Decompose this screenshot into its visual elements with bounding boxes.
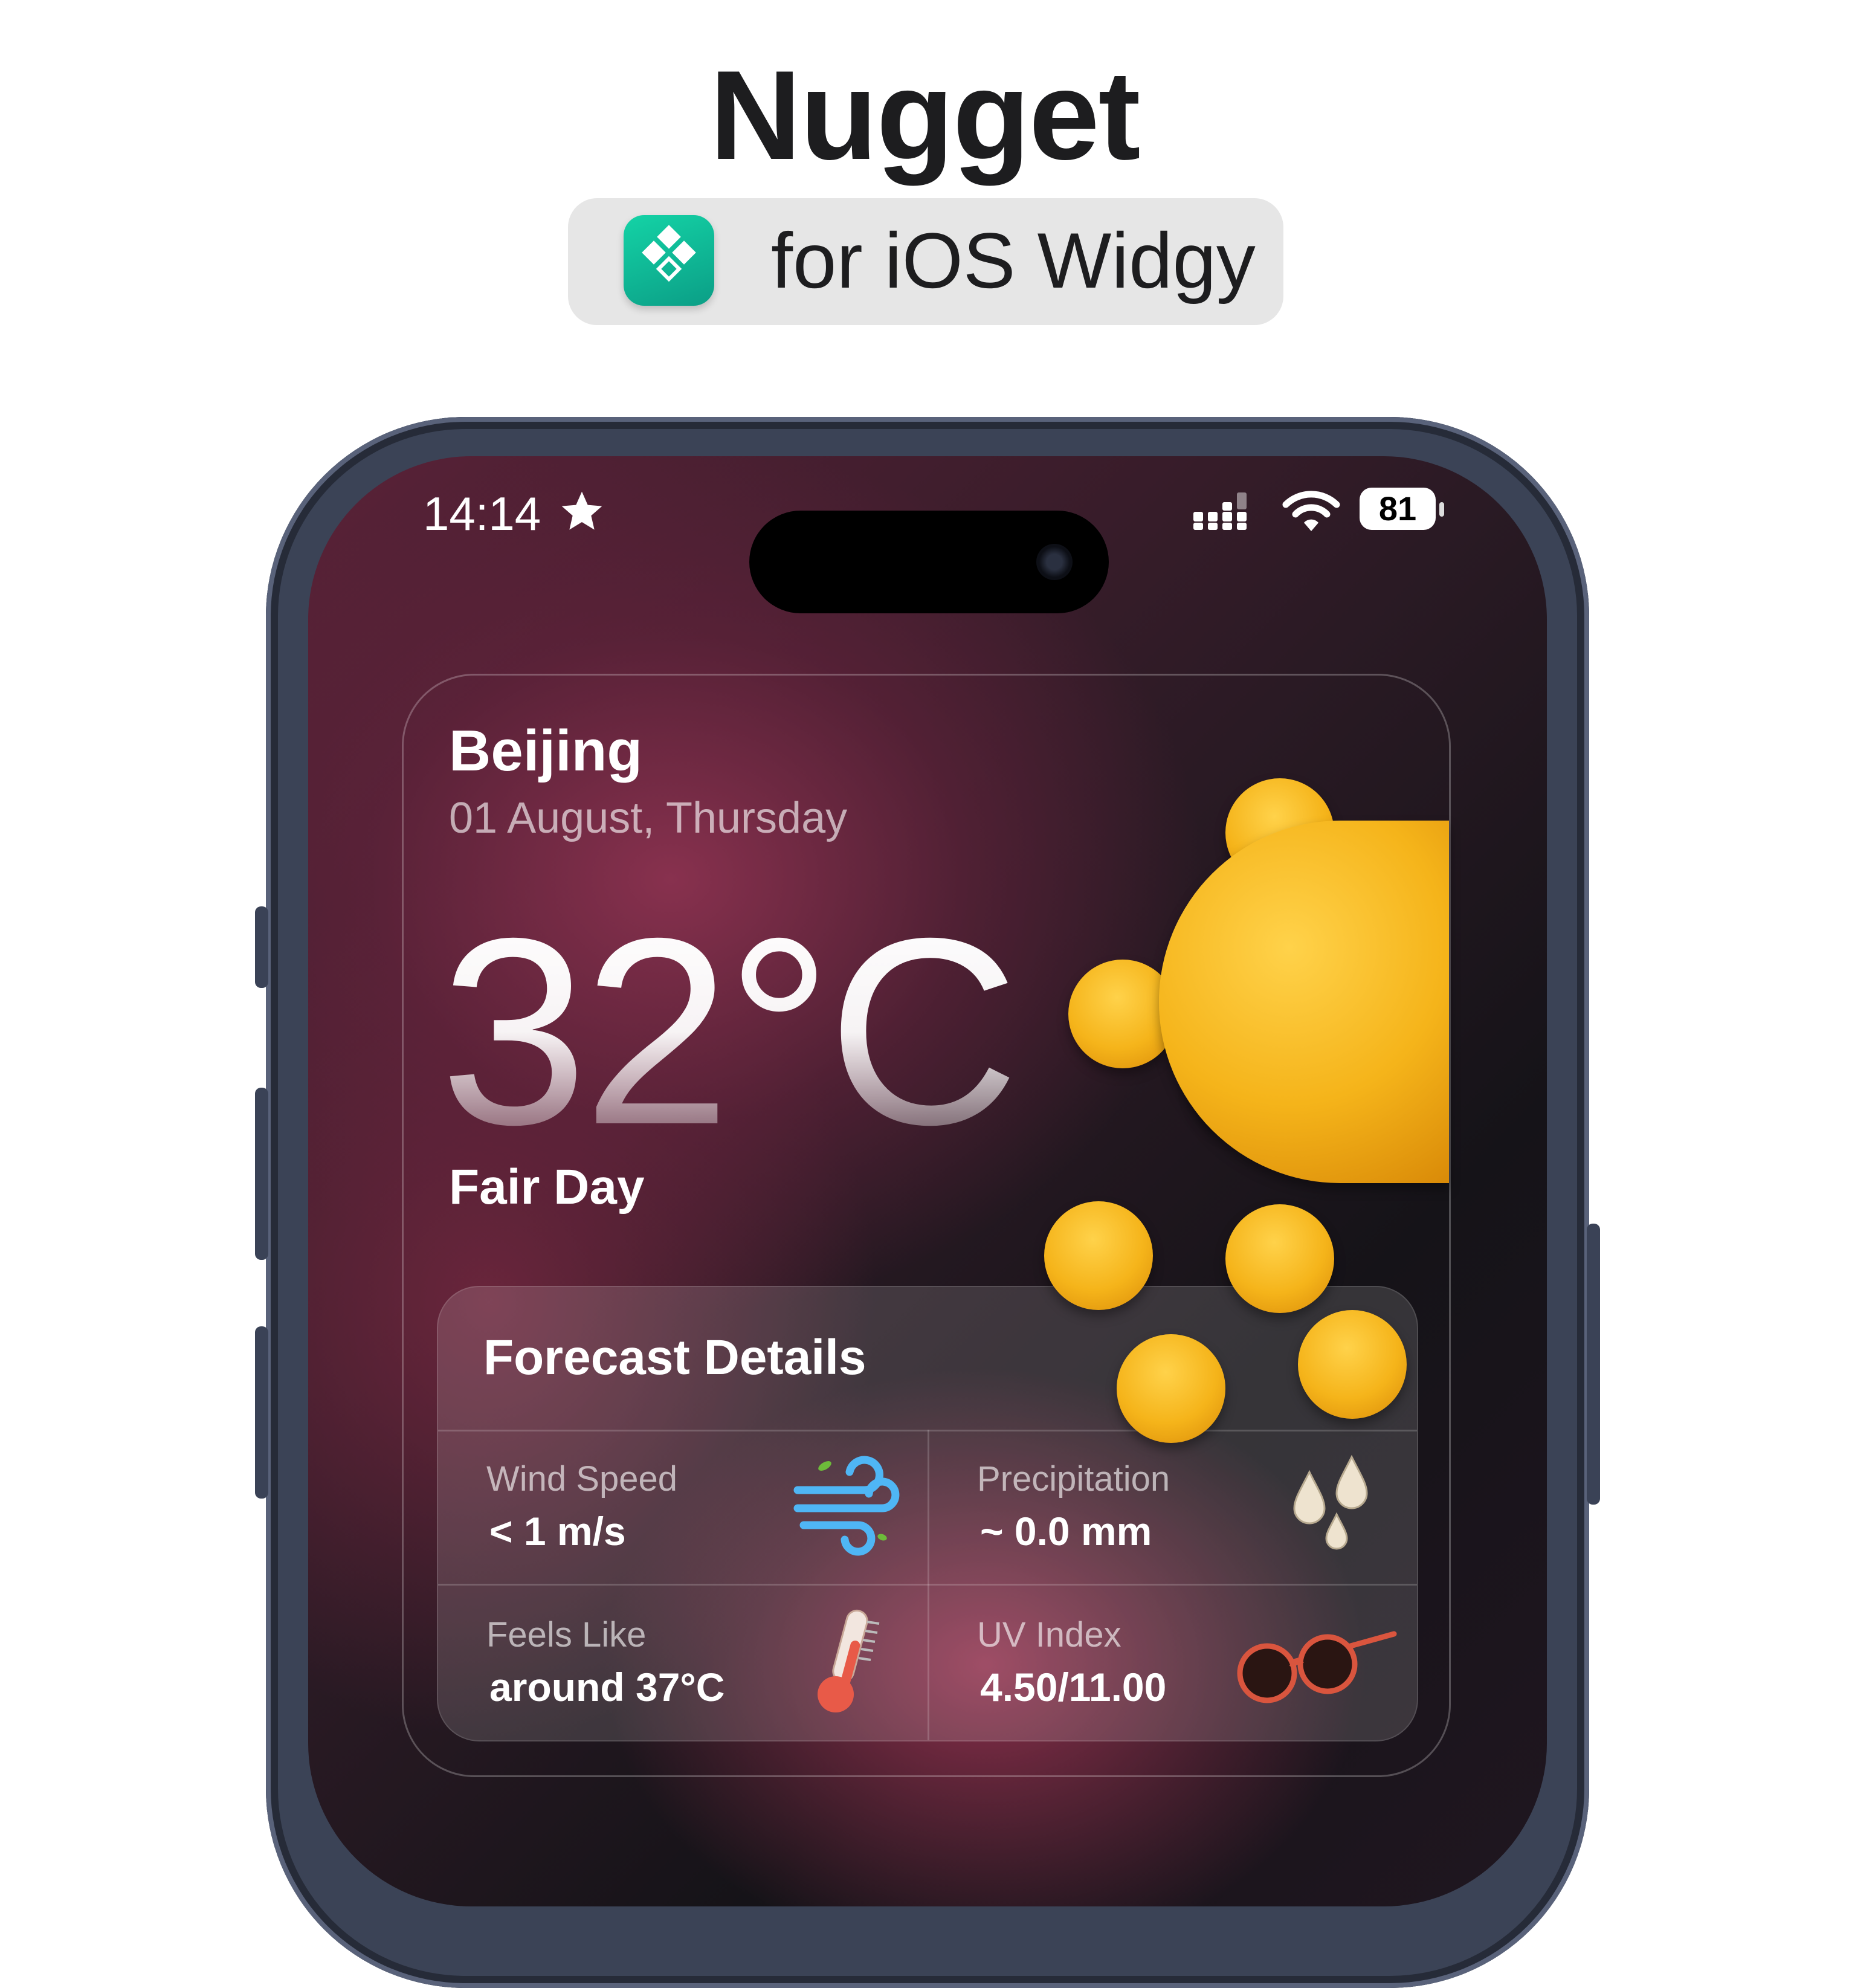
sun-icon <box>404 676 1449 1775</box>
page-title: Nugget <box>709 44 1140 186</box>
sun-ray <box>1298 1310 1407 1419</box>
weather-widget[interactable]: Beijing 01 August, Thursday 32°C Fair Da… <box>402 674 1451 1777</box>
volume-up-button[interactable] <box>255 1088 268 1260</box>
volume-down-button[interactable] <box>255 1326 268 1499</box>
sun-ray <box>1044 1201 1153 1310</box>
dynamic-island <box>749 511 1109 613</box>
subtitle-pill: for iOS Widgy <box>568 198 1283 325</box>
action-button[interactable] <box>255 906 268 988</box>
phone-screen: 14:14 81 Beijing 01 August, Thursday 32°… <box>308 456 1547 1906</box>
sun-ray <box>1117 1334 1225 1443</box>
sun-ray <box>1225 1204 1334 1313</box>
star-icon <box>561 491 602 530</box>
signal-icon <box>1193 492 1247 530</box>
wifi-icon <box>1282 491 1340 531</box>
power-button[interactable] <box>1587 1224 1600 1505</box>
camera-lens <box>1036 544 1073 580</box>
battery-tip <box>1439 502 1444 517</box>
subtitle-text: for iOS Widgy <box>771 216 1256 305</box>
battery-icon: 81 <box>1360 488 1436 530</box>
widgy-app-icon <box>624 215 714 306</box>
sun-core <box>1159 821 1449 1183</box>
clock-text: 14:14 <box>423 487 541 540</box>
status-time: 14:14 <box>423 486 606 541</box>
